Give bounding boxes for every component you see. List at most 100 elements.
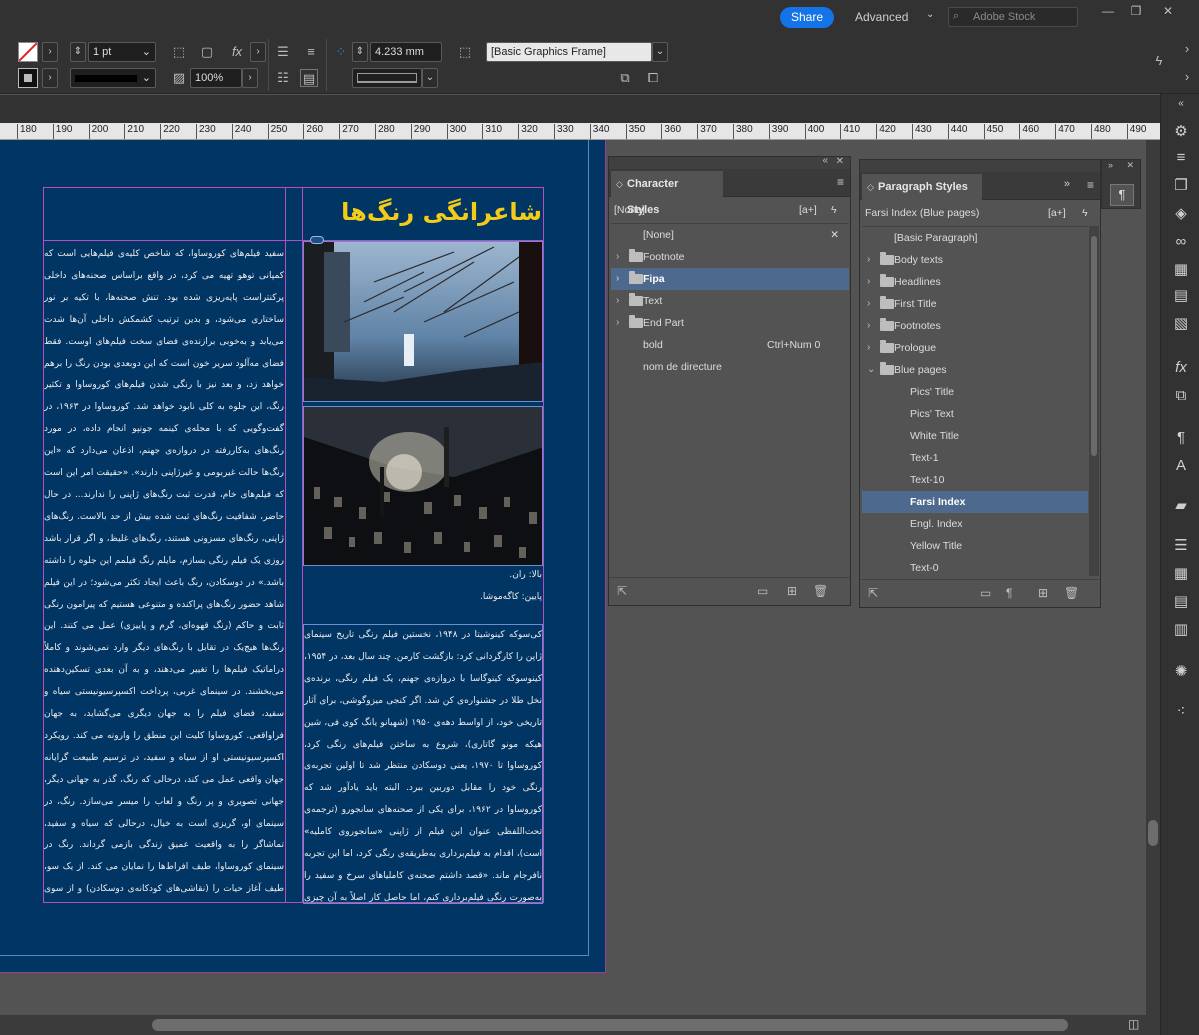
link-icon[interactable] [310, 236, 324, 244]
frame-options-icon[interactable]: ⬚ [456, 43, 474, 61]
opacity-field[interactable]: 100% [190, 68, 242, 88]
split-view-icon[interactable]: ◫ [1128, 1017, 1139, 1031]
list-item[interactable]: › Prologue [862, 337, 1088, 359]
list-item[interactable]: › End Part [611, 312, 849, 334]
scroll-thumb[interactable] [1091, 236, 1097, 456]
trash-icon[interactable]: 🗑 [813, 584, 828, 598]
close-icon[interactable]: ✕ [1158, 4, 1178, 20]
list-item[interactable]: [None] ✕ [611, 224, 849, 246]
scroll-thumb[interactable] [1148, 820, 1158, 846]
new-group-icon[interactable]: ▭ [980, 586, 991, 600]
table-styles-icon[interactable]: ▤ [1171, 592, 1191, 612]
transform-icon[interactable]: ⧉ [1171, 386, 1191, 406]
panel-menu-icon[interactable]: ≡ [1087, 178, 1094, 192]
opacity-menu-button[interactable]: › [242, 68, 258, 88]
chevron-right-icon[interactable]: › [1178, 68, 1196, 86]
scroll-thumb[interactable] [152, 1019, 1068, 1031]
chevron-right-icon[interactable]: › [867, 293, 870, 315]
align-text-icon[interactable]: ☰ [274, 43, 292, 61]
lightning-icon[interactable]: ϟ [1082, 202, 1088, 224]
fx-icon[interactable]: fx [228, 43, 246, 61]
stroke-weight-stepper[interactable]: ⇕ [70, 42, 86, 62]
links-icon[interactable]: ∞ [1171, 232, 1191, 252]
minimize-icon[interactable]: — [1098, 4, 1118, 20]
list-item[interactable]: › Fipa [611, 268, 849, 290]
new-style-icon[interactable]: [a+] [1048, 202, 1066, 224]
list-item[interactable]: › Text [611, 290, 849, 312]
list-item[interactable]: White Title [862, 425, 1088, 447]
close-icon[interactable]: ✕ [1126, 160, 1134, 171]
chevron-right-icon[interactable]: › [616, 290, 619, 312]
caption-top[interactable]: بالا: ران. [306, 570, 542, 580]
list-item[interactable]: Text-1 [862, 447, 1088, 469]
tab-paragraph-styles[interactable]: ◇ Paragraph Styles [862, 174, 982, 200]
new-style-icon[interactable]: ⊞ [787, 584, 797, 598]
cell-styles-icon[interactable]: ▥ [1171, 620, 1191, 640]
list-item[interactable]: Pics' Title [862, 381, 1088, 403]
ref-stepper[interactable]: ⇕ [352, 42, 368, 62]
fill-menu-button[interactable]: › [42, 42, 58, 62]
stroke-icon[interactable]: ▤ [1171, 286, 1191, 306]
expand-icon[interactable]: » [1108, 160, 1113, 170]
text-frame-left[interactable]: سفید فیلم‌های کوروساوا، که شاخص کلیه‌ی ف… [44, 244, 284, 904]
chevron-down-icon[interactable]: ⌄ [926, 9, 934, 20]
reference-point-icon[interactable]: ⁘ [332, 43, 350, 61]
vertical-scrollbar[interactable] [1146, 140, 1160, 1015]
fill-swatch[interactable] [18, 42, 38, 62]
collapse-icon[interactable]: « [1171, 94, 1191, 114]
expand-icon[interactable]: » [1064, 178, 1070, 190]
list-item[interactable]: › First Title [862, 293, 1088, 315]
image-icon[interactable]: ▧ [1171, 314, 1191, 334]
align-center-icon[interactable]: ≡ [302, 43, 320, 61]
adobe-stock-search[interactable]: ⌕ Adobe Stock [948, 7, 1078, 27]
frame-fitting-icon[interactable]: ⬚ [170, 43, 188, 61]
lightning-icon[interactable]: ϟ [831, 199, 837, 221]
wrap-icon[interactable]: ☷ [274, 69, 292, 87]
pages-icon[interactable]: ❐ [1171, 176, 1191, 196]
style-options-icon[interactable]: ⧠ [644, 69, 662, 87]
stroke-type-select[interactable]: ⌄ [70, 68, 156, 88]
paragraph-styles-icon[interactable]: ¶ [1110, 184, 1134, 206]
list-item[interactable]: Engl. Index [862, 513, 1088, 535]
object-style-chevron[interactable]: ⌄ [652, 42, 668, 62]
ref-field[interactable]: 4.233 mm [370, 42, 442, 62]
panel-menu-icon[interactable]: ≡ [837, 175, 844, 189]
new-group-icon[interactable]: ▭ [757, 584, 768, 598]
list-item[interactable]: › Footnote [611, 246, 849, 268]
wrap-selected-icon[interactable]: ▤ [300, 69, 318, 87]
chevron-right-icon[interactable]: › [867, 271, 870, 293]
text-frame-right[interactable]: کی‌سوکه کینوشیتا در ۱۹۴۸، نخستین فیلم رن… [304, 625, 542, 905]
lightning-icon[interactable]: ϟ [1150, 52, 1168, 70]
page-title[interactable]: شاعرانگی رنگ‌ها [306, 198, 542, 226]
load-styles-icon[interactable]: ⇱ [617, 584, 627, 598]
load-styles-icon[interactable]: ⇱ [868, 586, 878, 600]
chevron-right-icon[interactable]: › [1178, 40, 1196, 58]
chevron-down-icon[interactable]: ⌄ [867, 359, 875, 381]
chevron-right-icon[interactable]: › [616, 312, 619, 334]
swatches-icon[interactable]: ▦ [1171, 260, 1191, 280]
comments-icon[interactable]: ▰ [1171, 496, 1191, 516]
chevron-right-icon[interactable]: › [616, 246, 619, 268]
list-item[interactable]: › Body texts [862, 249, 1088, 271]
stroke-weight-field[interactable]: 1 pt ⌄ [88, 42, 156, 62]
chevron-right-icon[interactable]: › [867, 337, 870, 359]
chevron-down-icon[interactable]: ⌄ [142, 43, 151, 61]
menu-lines-icon[interactable]: ≡ [1171, 148, 1191, 168]
list-item[interactable]: › Headlines [862, 271, 1088, 293]
chevron-right-icon[interactable]: › [616, 268, 619, 290]
list-item[interactable]: [Basic Paragraph] [862, 227, 1088, 249]
clear-overrides-icon[interactable]: ¶ [1006, 586, 1012, 600]
character-icon[interactable]: A [1171, 456, 1191, 476]
table-icon[interactable]: ▦ [1171, 564, 1191, 584]
stroke-style-select[interactable] [352, 68, 422, 88]
object-style-field[interactable]: [Basic Graphics Frame] [486, 42, 652, 62]
list-item[interactable]: Pics' Text [862, 403, 1088, 425]
photo-frame-kagemusha[interactable] [303, 406, 543, 566]
chevron-down-icon[interactable]: ⌄ [142, 69, 151, 87]
properties-icon[interactable]: ⚙ [1171, 122, 1191, 142]
list-item[interactable]: bold Ctrl+Num 0 [611, 334, 849, 356]
list-item[interactable]: Farsi Index [862, 491, 1088, 513]
list-item[interactable]: Text-0 [862, 557, 1088, 576]
close-icon[interactable]: ✕ [836, 156, 844, 167]
stroke-swatch[interactable] [18, 68, 38, 88]
